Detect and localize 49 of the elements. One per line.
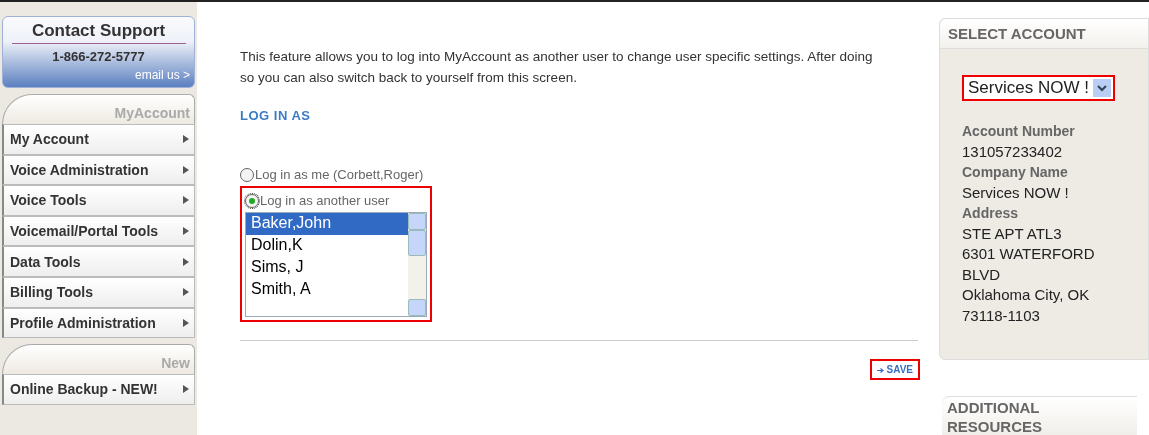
scroll-thumb[interactable]: [408, 230, 426, 256]
arrow-icon: [183, 288, 189, 297]
nav-item[interactable]: Voice Administration: [2, 154, 195, 186]
caret-icon: [1096, 84, 1107, 92]
field-label: Address: [962, 204, 1020, 223]
section-heading: LOG IN AS: [240, 108, 312, 123]
field-value: Oklahoma City, OK: [962, 285, 1091, 305]
nav-item[interactable]: My Account: [2, 124, 195, 155]
support-title: Contact Support: [11, 21, 186, 44]
field-value: Services NOW !: [962, 182, 1070, 203]
field-label: Company Name: [962, 163, 1069, 182]
arrow-icon: [183, 196, 189, 205]
nav-item[interactable]: Online Backup - NEW!: [2, 374, 195, 405]
radio-button[interactable]: [245, 193, 259, 208]
support-phone: 1-866-272-5777: [52, 49, 145, 64]
radio-button[interactable]: [240, 167, 254, 182]
account-dropdown[interactable]: Services NOW !: [962, 75, 1115, 101]
arrow-icon: [183, 135, 189, 144]
nav-item[interactable]: Billing Tools: [2, 276, 195, 308]
field-label: Account Number: [962, 122, 1076, 141]
scrollbar[interactable]: [408, 213, 426, 316]
user-list-item[interactable]: Baker,John: [246, 213, 408, 235]
panel-title: ADDITIONAL RESOURCES: [942, 396, 1137, 435]
arrow-icon: [876, 367, 884, 373]
save-button[interactable]: SAVE: [869, 359, 920, 380]
section-title: New: [161, 355, 190, 372]
user-list-item[interactable]: Smith, A: [246, 279, 408, 301]
nav-item[interactable]: Voice Tools: [2, 185, 195, 216]
intro-text: This feature allows you to log into MyAccount as another user to change user specific settings. After doing so you can also switch back to yourself from this screen.: [240, 48, 874, 87]
field-value: STE APT ATL3: [962, 223, 1063, 244]
arrow-icon: [183, 227, 189, 236]
user-list[interactable]: Baker,John Dolin,K Sims, J Smith, A: [245, 212, 427, 317]
user-list-item[interactable]: Sims, J: [246, 257, 408, 279]
arrow-icon: [183, 165, 189, 174]
section-title: MyAccount: [114, 105, 190, 121]
user-list-item[interactable]: Dolin,K: [246, 235, 408, 257]
nav-item[interactable]: Voicemail/Portal Tools: [2, 215, 195, 247]
field-value: BLVD: [962, 264, 1002, 285]
arrow-icon: [183, 385, 189, 394]
panel-title: SELECT ACCOUNT: [940, 19, 1148, 49]
nav-item[interactable]: Data Tools: [2, 246, 195, 277]
nav-item[interactable]: Profile Administration: [2, 307, 195, 339]
field-value: 131057233402: [962, 141, 1064, 162]
arrow-icon: [183, 257, 189, 266]
field-value: 6301 WATERFORD: [962, 244, 1096, 264]
radio-option[interactable]: Log in as me (Corbett,Roger): [240, 167, 918, 182]
field-value: 73118-1103: [962, 305, 1041, 326]
radio-option[interactable]: Log in as another user: [245, 193, 427, 208]
arrow-icon: [183, 318, 189, 327]
